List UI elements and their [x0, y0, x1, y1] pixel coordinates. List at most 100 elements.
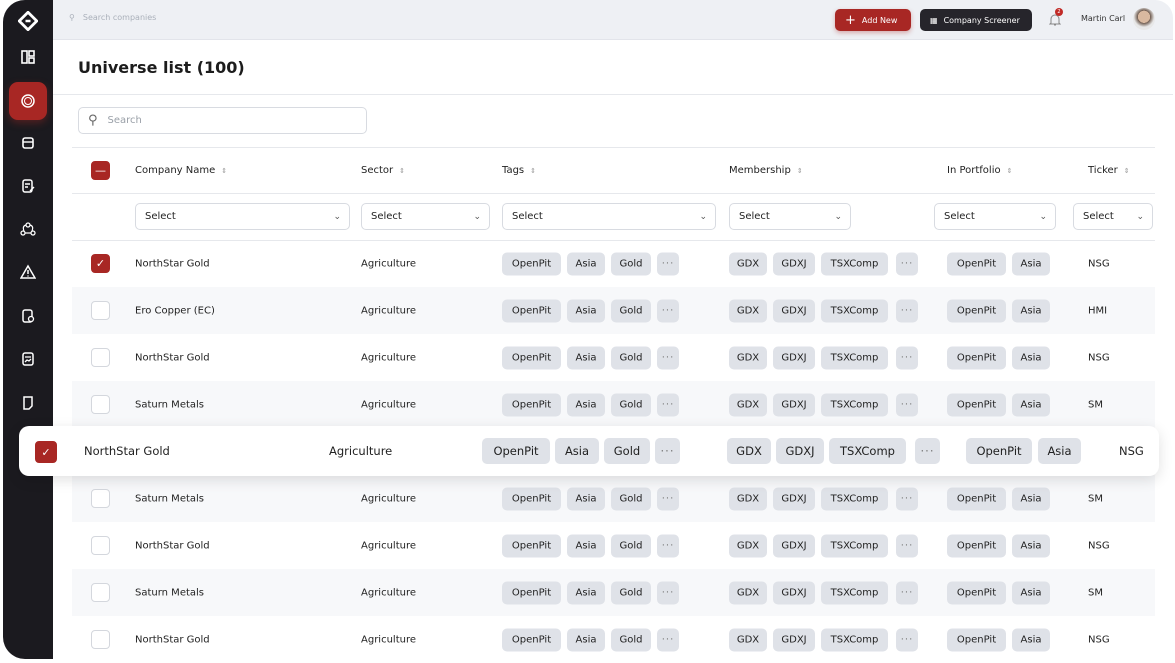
table-row[interactable]: Saturn Metals Agriculture OpenPit Asia Gold ·…: [72, 475, 1155, 522]
tag-chip[interactable]: GDXJ: [773, 299, 815, 322]
tag-chip[interactable]: Asia: [1012, 581, 1050, 604]
table-row[interactable]: Saturn Metals Agriculture OpenPit Asia Gold ·…: [72, 381, 1155, 428]
table-row-highlighted[interactable]: ✓ NorthStar Gold Agriculture OpenPit Asia Gol…: [19, 426, 1159, 476]
more-icon[interactable]: ···: [657, 534, 679, 557]
tag-chip[interactable]: TSXComp: [829, 438, 906, 464]
more-icon[interactable]: ···: [655, 438, 680, 464]
tag-chip[interactable]: Asia: [567, 628, 605, 651]
more-icon[interactable]: ···: [896, 628, 918, 651]
tag-chip[interactable]: Gold: [611, 581, 651, 604]
company-name[interactable]: NorthStar Gold: [135, 540, 210, 551]
tag-chip[interactable]: Gold: [611, 346, 651, 369]
company-name[interactable]: Saturn Metals: [135, 399, 204, 410]
filter-select[interactable]: Select ⌄: [729, 203, 851, 230]
sort-icon[interactable]: ⇕: [530, 167, 536, 175]
sort-icon[interactable]: ⇕: [1007, 167, 1013, 175]
tag-chip[interactable]: Asia: [1012, 628, 1050, 651]
filter-select[interactable]: Select ⌄: [1073, 203, 1153, 230]
row-checkbox[interactable]: [91, 630, 110, 649]
tag-chip[interactable]: GDXJ: [773, 393, 815, 416]
tag-chip[interactable]: OpenPit: [947, 581, 1006, 604]
chart-doc-icon[interactable]: [3, 340, 53, 378]
tag-chip[interactable]: OpenPit: [502, 487, 561, 510]
tag-chip[interactable]: Gold: [611, 628, 651, 651]
tag-chip[interactable]: Asia: [567, 252, 605, 275]
more-icon[interactable]: ···: [896, 581, 918, 604]
select-all-checkbox[interactable]: —: [91, 161, 110, 180]
tag-chip[interactable]: OpenPit: [502, 534, 561, 557]
tag-chip[interactable]: OpenPit: [947, 534, 1006, 557]
tag-chip[interactable]: Gold: [611, 252, 651, 275]
more-icon[interactable]: ···: [657, 252, 679, 275]
column-header[interactable]: Tags ⇕: [502, 165, 536, 176]
row-checkbox[interactable]: [91, 536, 110, 555]
warning-icon[interactable]: [3, 253, 53, 291]
more-icon[interactable]: ···: [896, 487, 918, 510]
tag-chip[interactable]: Asia: [567, 487, 605, 510]
tag-chip[interactable]: Asia: [1038, 438, 1081, 464]
tag-chip[interactable]: Asia: [1012, 534, 1050, 557]
tag-chip[interactable]: GDXJ: [773, 581, 815, 604]
more-icon[interactable]: ···: [915, 438, 940, 464]
tag-chip[interactable]: GDXJ: [773, 346, 815, 369]
more-icon[interactable]: ···: [657, 628, 679, 651]
filter-select[interactable]: Select ⌄: [135, 203, 350, 230]
tag-chip[interactable]: Gold: [611, 487, 651, 510]
more-icon[interactable]: ···: [896, 252, 918, 275]
tag-chip[interactable]: Asia: [567, 346, 605, 369]
more-icon[interactable]: ···: [896, 393, 918, 416]
tag-chip[interactable]: TSXComp: [821, 628, 888, 651]
tag-chip[interactable]: GDX: [729, 534, 767, 557]
network-icon[interactable]: [3, 210, 53, 248]
tag-chip[interactable]: Asia: [1012, 252, 1050, 275]
company-name[interactable]: NorthStar Gold: [84, 444, 170, 458]
tag-chip[interactable]: Asia: [1012, 299, 1050, 322]
tag-chip[interactable]: GDX: [729, 393, 767, 416]
tag-chip[interactable]: OpenPit: [966, 438, 1032, 464]
more-icon[interactable]: ···: [657, 393, 679, 416]
row-checkbox[interactable]: [91, 489, 110, 508]
tag-chip[interactable]: OpenPit: [947, 628, 1006, 651]
tag-chip[interactable]: Asia: [567, 393, 605, 416]
avatar[interactable]: [1133, 8, 1155, 30]
tag-chip[interactable]: OpenPit: [947, 346, 1006, 369]
tag-chip[interactable]: OpenPit: [947, 393, 1006, 416]
tag-chip[interactable]: GDXJ: [776, 438, 824, 464]
tag-chip[interactable]: OpenPit: [502, 581, 561, 604]
tag-chip[interactable]: GDX: [729, 581, 767, 604]
dashboard-icon[interactable]: [3, 38, 53, 76]
company-screener-button[interactable]: ▦ Company Screener: [920, 9, 1032, 31]
tag-chip[interactable]: Gold: [611, 299, 651, 322]
more-icon[interactable]: ···: [657, 581, 679, 604]
table-row[interactable]: NorthStar Gold Agriculture OpenPit Asia Gold…: [72, 616, 1155, 663]
tag-chip[interactable]: TSXComp: [821, 534, 888, 557]
tag-chip[interactable]: Gold: [604, 438, 650, 464]
tag-chip[interactable]: OpenPit: [947, 487, 1006, 510]
box-icon[interactable]: [3, 124, 53, 162]
sort-icon[interactable]: ⇕: [399, 167, 405, 175]
user-name[interactable]: Martin Carl: [1081, 14, 1125, 23]
tag-chip[interactable]: TSXComp: [821, 252, 888, 275]
tag-chip[interactable]: Asia: [567, 299, 605, 322]
table-row[interactable]: NorthStar Gold Agriculture OpenPit Asia Gold…: [72, 522, 1155, 569]
row-checkbox[interactable]: ✓: [35, 441, 57, 463]
tag-chip[interactable]: GDXJ: [773, 534, 815, 557]
tag-chip[interactable]: GDX: [729, 252, 767, 275]
tag-chip[interactable]: GDXJ: [773, 628, 815, 651]
row-checkbox[interactable]: [91, 395, 110, 414]
tag-chip[interactable]: Asia: [1012, 346, 1050, 369]
edit-doc-icon[interactable]: [3, 167, 53, 205]
company-name[interactable]: Saturn Metals: [135, 493, 204, 504]
tag-chip[interactable]: OpenPit: [502, 393, 561, 416]
tag-chip[interactable]: Asia: [567, 581, 605, 604]
tag-chip[interactable]: OpenPit: [502, 346, 561, 369]
row-checkbox[interactable]: [91, 348, 110, 367]
sort-icon[interactable]: ⇕: [797, 167, 803, 175]
company-name[interactable]: Ero Copper (EC): [135, 305, 215, 316]
logo-icon[interactable]: [3, 2, 53, 40]
more-icon[interactable]: ···: [896, 346, 918, 369]
company-name[interactable]: NorthStar Gold: [135, 634, 210, 645]
column-header[interactable]: Company Name ⇕: [135, 165, 227, 176]
tag-chip[interactable]: TSXComp: [821, 346, 888, 369]
tag-chip[interactable]: OpenPit: [502, 628, 561, 651]
